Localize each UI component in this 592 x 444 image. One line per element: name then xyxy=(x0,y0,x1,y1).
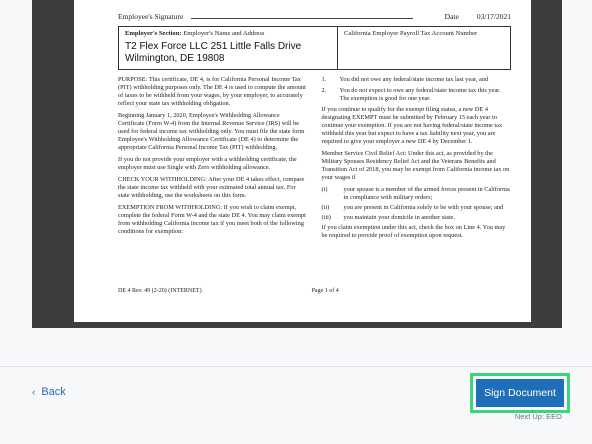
check-withholding-paragraph: CHECK YOUR WITHHOLDING: After your DE 4 … xyxy=(118,176,305,199)
exempt-status-paragraph: If you continue to qualify for the exemp… xyxy=(321,106,503,145)
divider xyxy=(0,366,592,367)
exemption-paragraph: EXEMPTION FROM WITHHOLDING: If you wish … xyxy=(118,204,306,235)
w4-paragraph: Beginning January 1, 2020, Employee's Wi… xyxy=(118,112,305,151)
signature-label: Employee's Signature xyxy=(118,12,184,21)
employer-section: Employer's Section: Employer's Name and … xyxy=(118,26,511,70)
signature-line xyxy=(191,11,413,19)
sign-document-button[interactable]: Sign Document xyxy=(476,379,564,407)
condition-item: 2. You do not expect to owe any federal/s… xyxy=(321,87,501,102)
payroll-account-label: California Employer Payroll Tax Account … xyxy=(343,30,478,37)
page-number: Page 1 of 4 xyxy=(311,288,339,294)
back-button[interactable]: ‹ Back xyxy=(32,386,66,398)
left-column: PURPOSE: This certificate, DE 4, is for … xyxy=(118,76,308,244)
page-footer: DE 4 Rev. 49 (2-20) (INTERNET) Page 1 of… xyxy=(118,288,511,294)
condition-item: 1. You did not owe any federal/state inco… xyxy=(321,76,489,83)
chevron-left-icon: ‹ xyxy=(32,386,36,398)
employer-label: Employer's Section: Employer's Name and … xyxy=(125,30,265,37)
date-value: 03/17/2021 xyxy=(476,12,511,21)
form-revision: DE 4 Rev. 49 (2-20) (INTERNET) xyxy=(118,288,202,294)
roman-item: (i) your spouse is a member of the armed … xyxy=(321,186,510,201)
next-up-label: Next Up: EEO xyxy=(514,412,562,421)
employer-address: T2 Flex Force LLC 251 Little Falls Drive… xyxy=(125,41,302,64)
roman-item: (iii) you maintain your domicile in anoth… xyxy=(321,214,455,221)
signature-row: Employee's Signature Date 03/17/2021 xyxy=(118,11,511,21)
instructions: PURPOSE: This certificate, DE 4, is for … xyxy=(118,76,511,244)
right-column: 1. You did not owe any federal/state inco… xyxy=(322,76,512,244)
document-viewer[interactable]: Employee's Signature Date 03/17/2021 Emp… xyxy=(32,0,562,328)
military-act-paragraph: Member Service Civil Relief Act: Under t… xyxy=(321,150,510,181)
roman-item: (ii) you are present in California solely… xyxy=(321,204,504,211)
document-page: Employee's Signature Date 03/17/2021 Emp… xyxy=(74,0,531,322)
default-withholding-paragraph: If you do not provide your employer with… xyxy=(118,156,297,171)
claim-exemption-paragraph: If you claim exemption under this act, c… xyxy=(321,224,506,239)
date-label: Date xyxy=(444,12,459,21)
back-label: Back xyxy=(41,386,66,398)
purpose-paragraph: PURPOSE: This certificate, DE 4, is for … xyxy=(118,76,306,107)
sign-button-highlight: Sign Document xyxy=(470,373,570,413)
